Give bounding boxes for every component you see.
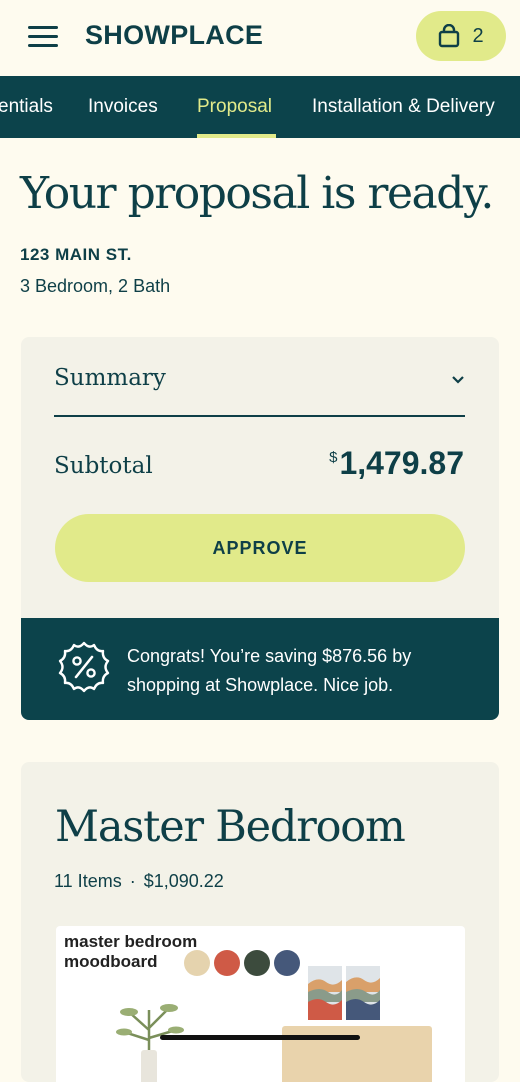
color-swatch [274, 950, 300, 976]
property-address: 123 MAIN ST. [20, 245, 132, 264]
room-meta: 11 Items · $1,090.22 [54, 871, 224, 892]
savings-banner: Congrats! You’re saving $876.56 by shopp… [21, 618, 499, 720]
subtotal-amount: $1,479.87 [329, 445, 464, 482]
page-title: Your proposal is ready. [20, 168, 494, 219]
currency-symbol: $ [329, 449, 338, 466]
hamburger-menu-icon[interactable] [28, 24, 58, 48]
tab-invoices[interactable]: Invoices [88, 96, 158, 118]
divider [54, 415, 465, 417]
savings-message: Congrats! You’re saving $876.56 by shopp… [127, 646, 412, 695]
color-swatch [244, 950, 270, 976]
room-title: Master Bedroom [55, 802, 406, 852]
cart-count: 2 [472, 24, 484, 47]
chevron-down-icon[interactable] [451, 375, 465, 385]
room-price: $1,090.22 [143, 871, 224, 891]
tab-essentials[interactable]: entials [0, 96, 53, 118]
tab-proposal[interactable]: Proposal [197, 96, 272, 118]
color-swatch [184, 950, 210, 976]
room-card[interactable]: Master Bedroom 11 Items · $1,090.22 master… [21, 762, 499, 1082]
approve-button[interactable]: APPROVE [55, 514, 465, 582]
tab-installation-delivery[interactable]: Installation & Delivery [312, 96, 495, 118]
property-details: 3 Bedroom, 2 Bath [20, 276, 171, 296]
summary-card: Summary Subtotal $1,479.87 APPROVE Congr… [21, 337, 499, 720]
moodboard-image[interactable]: master bedroom moodboard [56, 926, 465, 1082]
summary-label[interactable]: Summary [54, 365, 166, 391]
color-swatch [214, 950, 240, 976]
percent-badge-icon [58, 641, 110, 693]
top-bar: SHOWPLACE 2 [0, 0, 520, 76]
active-tab-indicator [197, 134, 276, 138]
subtotal-label: Subtotal [54, 453, 153, 479]
subtotal-value: 1,479.87 [339, 445, 464, 481]
section-tabs: entials Invoices Proposal Installation &… [0, 76, 520, 138]
home-indicator [160, 1035, 360, 1040]
room-item-count: 11 Items [54, 871, 122, 891]
logo[interactable]: SHOWPLACE [85, 20, 263, 51]
separator-dot: · [129, 871, 136, 891]
shopping-bag-icon [439, 24, 460, 48]
artwork-image [308, 966, 380, 1020]
cart-button[interactable]: 2 [416, 11, 506, 61]
